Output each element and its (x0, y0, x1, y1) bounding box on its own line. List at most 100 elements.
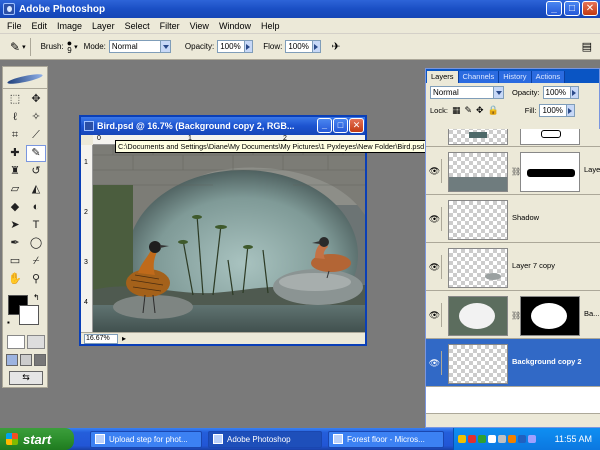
menu-window[interactable]: Window (214, 21, 256, 31)
jump-to-imageready-icon[interactable]: ⇆ (9, 371, 43, 385)
layer-row[interactable]: 👁 Shadow (426, 195, 600, 243)
history-brush-tool-icon[interactable]: ↺ (26, 163, 46, 180)
menu-edit[interactable]: Edit (27, 21, 53, 31)
tab-channels[interactable]: Channels (458, 71, 500, 83)
healing-brush-tool-icon[interactable]: ✚ (5, 145, 25, 162)
opacity-input[interactable]: 100% (217, 40, 246, 53)
layer-row[interactable]: 👁 ⛓ Layer (426, 147, 600, 195)
canvas-image[interactable] (93, 145, 365, 334)
lock-transparency-icon[interactable]: ▦ (452, 105, 461, 116)
dodge-tool-icon[interactable]: ◐ (26, 199, 46, 216)
marquee-tool-icon[interactable]: ⬚ (5, 91, 25, 108)
volume-icon[interactable] (528, 435, 536, 443)
menu-filter[interactable]: Filter (155, 21, 185, 31)
visibility-eye-icon[interactable]: 👁 (428, 351, 442, 375)
menu-layer[interactable]: Layer (87, 21, 120, 31)
visibility-eye-icon[interactable]: 👁 (428, 255, 442, 279)
swap-colors-icon[interactable]: ↰ (33, 293, 40, 302)
menu-help[interactable]: Help (256, 21, 285, 31)
tray-icon[interactable] (498, 435, 506, 443)
fill-slider-icon[interactable] (567, 103, 576, 117)
palette-well-icon[interactable]: ▤ (582, 40, 592, 53)
start-button[interactable]: start (0, 428, 74, 450)
minimize-button[interactable]: _ (546, 1, 562, 16)
screen-mode-standard-icon[interactable] (6, 354, 18, 366)
taskbar-item[interactable]: Adobe Photoshop (208, 430, 322, 448)
slice-tool-icon[interactable]: ⟋ (26, 127, 46, 144)
tray-icon[interactable] (488, 435, 496, 443)
brush-picker[interactable]: ● 9 (67, 38, 72, 55)
app-title-bar: Adobe Photoshop _ □ ✕ (0, 0, 600, 18)
tray-icon[interactable] (458, 435, 466, 443)
visibility-eye-icon[interactable]: 👁 (428, 303, 442, 327)
menu-select[interactable]: Select (120, 21, 155, 31)
tray-icon[interactable] (468, 435, 476, 443)
flow-input[interactable]: 100% (285, 40, 314, 53)
eraser-tool-icon[interactable]: ▱ (5, 181, 25, 198)
close-button[interactable]: ✕ (582, 1, 598, 16)
vertical-ruler: 1 2 3 4 (81, 145, 93, 334)
tab-actions[interactable]: Actions (531, 71, 566, 83)
move-tool-icon[interactable]: ✥ (26, 91, 46, 108)
fill-input[interactable]: 100% (539, 103, 568, 117)
eyedropper-tool-icon[interactable]: ⌿ (26, 253, 46, 270)
zoom-tool-icon[interactable]: ⚲ (26, 271, 46, 288)
visibility-eye-icon[interactable]: 👁 (428, 159, 442, 183)
layer-row[interactable] (426, 129, 600, 147)
brush-dropdown-icon[interactable]: ▾ (74, 43, 78, 51)
lock-all-icon[interactable]: 🔒 (488, 105, 499, 116)
lock-pixels-icon[interactable]: ✎ (464, 105, 472, 116)
shape-tool-icon[interactable]: ◯ (26, 235, 46, 252)
blend-mode-dropdown-icon[interactable] (494, 85, 504, 99)
doc-minimize-button[interactable]: _ (317, 118, 332, 133)
clone-stamp-tool-icon[interactable]: ♜ (5, 163, 25, 180)
blur-tool-icon[interactable]: ◆ (5, 199, 25, 216)
brush-tool-button-icon[interactable]: ✎ (26, 145, 46, 162)
zoom-field[interactable]: 16.67% (84, 333, 118, 344)
layer-opacity-input[interactable]: 100% (542, 85, 571, 99)
opacity-slider-icon[interactable] (245, 40, 254, 53)
lock-position-icon[interactable]: ✥ (476, 105, 484, 116)
menu-view[interactable]: View (185, 21, 214, 31)
quick-mask-mode-icon[interactable] (27, 335, 45, 349)
brush-tool-icon[interactable]: ✎ (10, 40, 20, 54)
doc-close-button[interactable]: ✕ (349, 118, 364, 133)
layer-row[interactable]: 👁 ⛓ Ba... (426, 291, 600, 339)
pen-tool-icon[interactable]: ✒ (5, 235, 25, 252)
magic-wand-tool-icon[interactable]: ✧ (26, 109, 46, 126)
notes-tool-icon[interactable]: ▭ (5, 253, 25, 270)
default-colors-icon[interactable]: ▪ (7, 318, 10, 327)
tool-preset-arrow-icon[interactable]: ▾ (22, 43, 26, 51)
tab-layers[interactable]: Layers (427, 71, 459, 83)
airbrush-icon[interactable]: ✈ (331, 40, 340, 53)
restore-button[interactable]: □ (564, 1, 580, 16)
paint-bucket-tool-icon[interactable]: ◭ (26, 181, 46, 198)
layer-opacity-slider-icon[interactable] (570, 85, 579, 99)
lasso-tool-icon[interactable]: ℓ (5, 109, 25, 126)
taskbar-item[interactable]: Forest floor - Micros... (328, 430, 444, 448)
standard-mode-icon[interactable] (7, 335, 25, 349)
flow-slider-icon[interactable] (313, 40, 322, 53)
menu-image[interactable]: Image (52, 21, 87, 31)
doc-maximize-button[interactable]: □ (333, 118, 348, 133)
mode-dropdown-icon[interactable] (160, 40, 171, 53)
blend-mode-select[interactable]: Normal (430, 85, 494, 99)
tab-history[interactable]: History (499, 71, 532, 83)
hand-tool-icon[interactable]: ✋ (5, 271, 25, 288)
visibility-eye-icon[interactable]: 👁 (428, 207, 442, 231)
tray-icon[interactable] (478, 435, 486, 443)
tray-icon[interactable] (508, 435, 516, 443)
taskbar-item[interactable]: Upload step for phot... (90, 430, 202, 448)
background-color-swatch[interactable] (19, 305, 39, 325)
tray-icon[interactable] (518, 435, 526, 443)
crop-tool-icon[interactable]: ⌗ (5, 127, 25, 144)
screen-mode-menu-icon[interactable] (20, 354, 32, 366)
type-tool-icon[interactable]: T (26, 217, 46, 234)
path-selection-tool-icon[interactable]: ➤ (5, 217, 25, 234)
menu-file[interactable]: File (2, 21, 27, 31)
layer-row[interactable]: 👁 Layer 7 copy (426, 243, 600, 291)
layer-row-selected[interactable]: 👁 Background copy 2 (426, 339, 600, 387)
mode-select[interactable]: Normal (108, 40, 161, 53)
status-menu-icon[interactable]: ▸ (122, 334, 126, 343)
screen-mode-full-icon[interactable] (34, 354, 46, 366)
